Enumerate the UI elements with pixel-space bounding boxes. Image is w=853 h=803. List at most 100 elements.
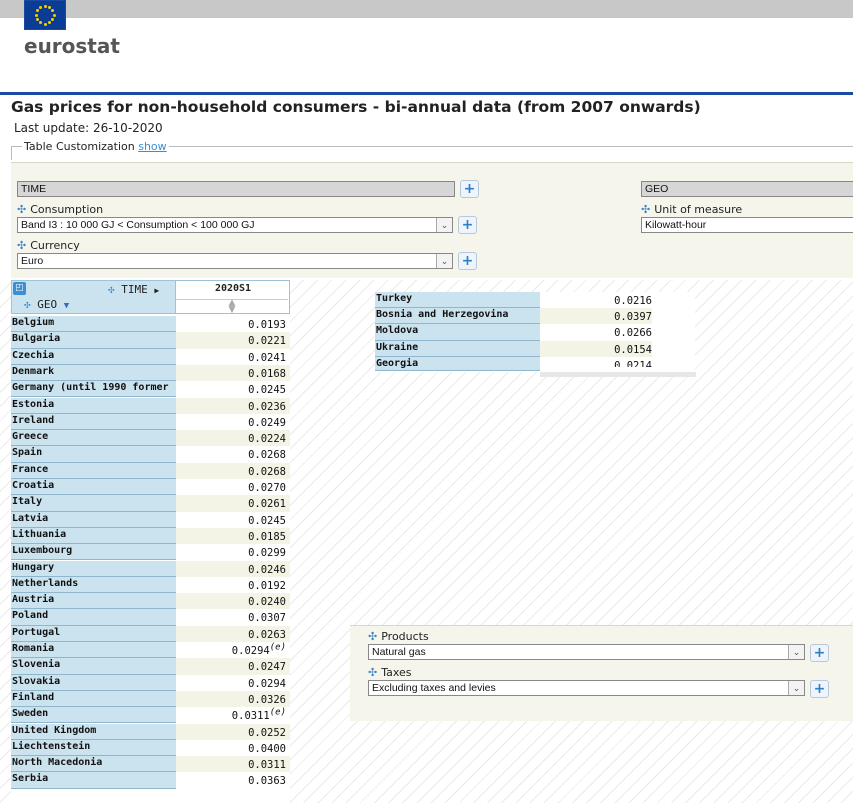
table-row: Romania 0.0294(e) (11, 642, 290, 659)
price-value: 0.0270 (248, 482, 286, 494)
time-axis-label: TIME (121, 283, 148, 296)
geo-label[interactable]: Georgia (375, 356, 540, 371)
geo-label[interactable]: Luxembourg (11, 544, 176, 561)
price-value: 0.0266 (614, 327, 652, 340)
geo-label[interactable]: Portugal (11, 625, 176, 642)
sort-icon[interactable]: ▲ ▼ (176, 299, 288, 315)
currency-select[interactable]: Euro ⌄ (17, 253, 453, 269)
sort-down-icon[interactable]: ▼ (64, 301, 69, 311)
price-cell: 0.0252 (176, 723, 290, 740)
geo-label[interactable]: Czechia (11, 348, 176, 365)
add-consumption-button[interactable]: + (458, 216, 477, 234)
period-label[interactable]: 2020S1 (176, 283, 290, 294)
geo-label[interactable]: Lithuania (11, 527, 176, 545)
estimate-flag[interactable]: (e) (270, 643, 286, 653)
unit-label-text: Unit of measure (654, 203, 743, 216)
price-value: 0.0241 (248, 351, 286, 364)
estimate-flag[interactable]: (e) (270, 708, 286, 718)
geo-label[interactable]: Ukraine (375, 340, 540, 357)
chevron-down-icon[interactable]: ⌄ (788, 681, 804, 695)
chevron-down-icon[interactable]: ⌄ (788, 645, 804, 659)
consumption-label: ✣ Consumption (17, 203, 103, 216)
price-cell: 0.0294 (176, 674, 290, 691)
move-icon[interactable]: ✣ (368, 630, 377, 643)
add-products-button[interactable]: + (810, 644, 829, 662)
move-icon[interactable]: ✣ (641, 203, 650, 216)
price-value: 0.0245 (248, 384, 286, 397)
price-cell: 0.0247 (176, 658, 290, 675)
table-options-icon[interactable]: ◰ (13, 282, 26, 295)
chevron-down-icon[interactable]: ⌄ (436, 218, 452, 232)
geo-label[interactable]: Liechtenstein (11, 739, 176, 757)
geo-label[interactable]: Denmark (11, 364, 176, 382)
chevron-right-icon[interactable]: ▶ (154, 286, 159, 295)
consumption-select[interactable]: Band I3 : 10 000 GJ < Consumption < 100 … (17, 217, 453, 233)
geo-label[interactable]: Netherlands (11, 576, 176, 594)
geo-label[interactable]: Slovenia (11, 658, 176, 675)
chevron-down-icon[interactable]: ⌄ (436, 254, 452, 268)
move-icon[interactable]: ✣ (17, 203, 26, 216)
right-table-scrollbar[interactable] (540, 372, 696, 377)
geo-label[interactable]: Austria (11, 593, 176, 610)
geo-label[interactable]: Serbia (11, 772, 176, 789)
price-value: 0.0224 (248, 433, 286, 446)
add-currency-button[interactable]: + (458, 252, 477, 270)
geo-label[interactable]: Latvia (11, 511, 176, 528)
geo-label[interactable]: Belgium (11, 316, 176, 333)
table-header-geo: ◰ ✣ TIME ▶ ✣ GEO ▼ (11, 280, 176, 314)
price-cell: 0.0311(e) (176, 707, 290, 724)
geo-label[interactable]: Turkey (375, 292, 540, 309)
geo-label[interactable]: Sweden (11, 707, 176, 724)
geo-label[interactable]: Croatia (11, 479, 176, 496)
table-row: Germany (until 1990 former 0.0245 (11, 381, 290, 398)
geo-label[interactable]: Bulgaria (11, 332, 176, 349)
taxes-select[interactable]: Excluding taxes and levies ⌄ (368, 680, 805, 696)
geo-label[interactable]: France (11, 462, 176, 479)
eurostat-logo[interactable]: eurostat (24, 34, 120, 58)
geo-label[interactable]: Greece (11, 430, 176, 447)
price-cell: 0.0168 (176, 364, 290, 382)
geo-label[interactable]: North Macedonia (11, 756, 176, 773)
price-cell: 0.0268 (176, 462, 290, 479)
customization-label: Table Customization (24, 140, 135, 153)
geo-dimension-box[interactable]: GEO (641, 181, 853, 197)
geo-label[interactable]: Italy (11, 495, 176, 512)
geo-label[interactable]: Bosnia and Herzegovina (375, 308, 540, 325)
geo-label[interactable]: Moldova (375, 324, 540, 341)
move-icon[interactable]: ✣ (368, 666, 377, 679)
geo-label[interactable]: United Kingdom (11, 723, 176, 740)
add-time-button[interactable]: + (460, 180, 479, 198)
geo-label[interactable]: Hungary (11, 560, 176, 577)
price-cell: 0.0224 (176, 430, 290, 447)
move-icon[interactable]: ✣ (17, 239, 26, 252)
price-value: 0.0294 (231, 645, 270, 657)
add-taxes-button[interactable]: + (810, 680, 829, 698)
geo-label[interactable]: Finland (11, 690, 176, 708)
products-select-value: Natural gas (372, 646, 426, 658)
geo-label[interactable]: Ireland (11, 413, 176, 431)
products-select[interactable]: Natural gas ⌄ (368, 644, 805, 660)
geo-label[interactable]: Estonia (11, 397, 176, 414)
geo-axis-header[interactable]: ✣ GEO ▼ (24, 298, 69, 311)
flag-star-icon (48, 5, 51, 9)
time-dimension-box[interactable]: TIME (17, 181, 455, 197)
empty-area-left (0, 280, 11, 803)
price-value: 0.0326 (248, 693, 286, 706)
geo-label[interactable]: Romania (11, 642, 176, 659)
unit-select[interactable]: Kilowatt-hour (641, 217, 853, 233)
price-cell: 0.0236 (176, 397, 290, 414)
table-row: Croatia 0.0270 (11, 479, 290, 496)
table-row: Belgium 0.0193 (11, 316, 290, 333)
price-value: 0.0221 (248, 335, 286, 348)
move-icon[interactable]: ✣ (24, 298, 31, 311)
geo-label[interactable]: Germany (until 1990 former (11, 381, 176, 398)
geo-label[interactable]: Poland (11, 609, 176, 626)
price-value: 0.0168 (248, 367, 286, 380)
move-icon[interactable]: ✣ (108, 283, 115, 296)
table-row: Spain 0.0268 (11, 446, 290, 463)
geo-label[interactable]: Spain (11, 446, 176, 463)
customization-show-link[interactable]: show (138, 140, 166, 153)
time-axis-header[interactable]: ✣ TIME ▶ (108, 283, 159, 296)
table-row: Georgia 0.0214 (375, 356, 695, 373)
geo-label[interactable]: Slovakia (11, 674, 176, 691)
